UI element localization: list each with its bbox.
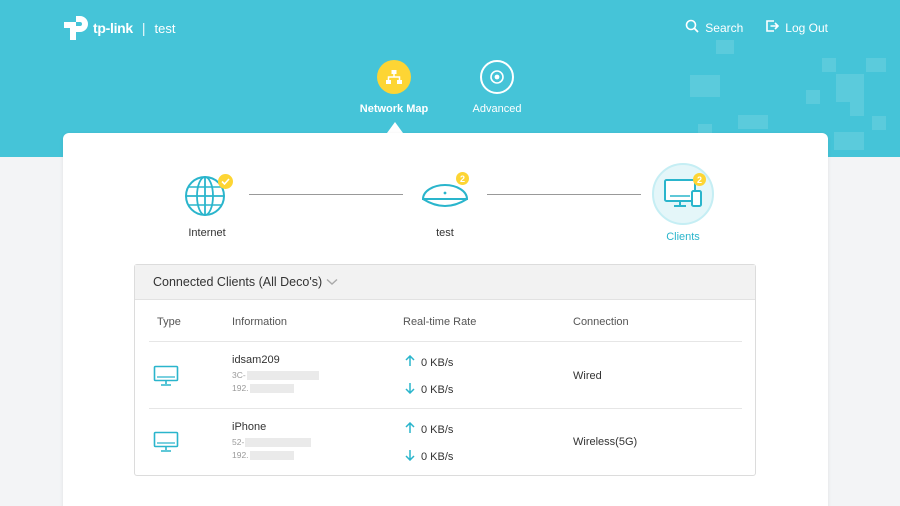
brand-separator: | — [141, 20, 146, 36]
decor-pixel — [806, 90, 820, 104]
arrow-down-icon — [405, 382, 415, 397]
column-header-connection: Connection — [573, 316, 629, 328]
column-header-type: Type — [157, 316, 181, 328]
logout-link[interactable]: Log Out — [765, 19, 828, 36]
ip-prefix: 192. — [232, 450, 249, 460]
deco-router-icon: 2 — [419, 172, 471, 219]
internet-label: Internet — [188, 227, 226, 239]
logout-label: Log Out — [785, 20, 828, 35]
clients-node[interactable]: 2 Clients — [649, 163, 717, 243]
desktop-icon — [153, 431, 179, 456]
search-icon — [685, 19, 699, 36]
logout-icon — [765, 19, 780, 36]
network-map-icon — [377, 60, 411, 94]
internet-node[interactable]: Internet — [175, 173, 239, 239]
arrow-up-icon — [405, 421, 415, 437]
download-value: 0 KB/s — [421, 383, 454, 396]
upload-rate: 0 KB/s — [405, 421, 454, 437]
clients-label: Clients — [666, 231, 700, 243]
column-header-information: Information — [232, 316, 288, 328]
row-divider — [149, 341, 742, 342]
upload-value: 0 KB/s — [421, 356, 454, 369]
device-name: test — [154, 20, 176, 36]
client-rate: 0 KB/s 0 KB/s — [405, 354, 454, 397]
decor-pixel — [850, 102, 864, 116]
decor-pixel — [872, 116, 886, 130]
topology-line — [487, 194, 641, 195]
column-header-rate: Real-time Rate — [403, 316, 477, 328]
row-divider — [149, 408, 742, 409]
decor-pixel — [836, 74, 864, 102]
clients-count-badge: 2 — [693, 173, 706, 186]
decor-pixel — [822, 58, 836, 72]
clients-icon: 2 — [652, 163, 714, 225]
clients-filter-dropdown[interactable]: Connected Clients (All Deco's) — [135, 265, 755, 300]
download-rate: 0 KB/s — [405, 382, 453, 397]
arrow-down-icon — [405, 449, 415, 464]
decor-pixel — [716, 40, 734, 54]
chevron-down-icon — [326, 275, 338, 289]
client-ip: 192. — [232, 383, 319, 393]
deco-node[interactable]: 2 test — [415, 172, 475, 239]
tab-advanced-label: Advanced — [472, 103, 522, 115]
decor-pixel — [834, 132, 864, 150]
search-link[interactable]: Search — [685, 19, 743, 36]
mac-prefix: 3C- — [232, 370, 246, 380]
active-tab-caret — [387, 122, 403, 133]
deco-count-badge: 2 — [456, 172, 469, 185]
download-rate: 0 KB/s — [405, 449, 453, 464]
deco-label: test — [436, 227, 454, 239]
brand-name: tp-link — [93, 20, 133, 36]
redacted-ip — [249, 383, 294, 393]
upload-value: 0 KB/s — [421, 423, 454, 436]
client-info: iPhone 52- 192. — [232, 421, 312, 460]
desktop-icon — [153, 365, 179, 390]
tp-link-logo-icon — [62, 14, 90, 42]
decor-pixel — [866, 58, 886, 72]
topology-line — [249, 194, 403, 195]
client-mac: 52- — [232, 437, 312, 447]
client-mac: 3C- — [232, 370, 319, 380]
ip-prefix: 192. — [232, 383, 249, 393]
panel-title: Connected Clients (All Deco's) — [153, 275, 323, 289]
download-value: 0 KB/s — [421, 450, 454, 463]
connection-type: Wired — [573, 370, 602, 382]
client-ip: 192. — [232, 450, 311, 460]
advanced-gear-icon — [480, 60, 514, 94]
search-label: Search — [705, 20, 744, 35]
tab-network-map-label: Network Map — [359, 103, 429, 115]
decor-pixel — [738, 115, 768, 129]
redacted-mac — [245, 437, 312, 447]
mac-prefix: 52- — [232, 437, 245, 447]
status-check-icon — [218, 174, 233, 189]
upload-rate: 0 KB/s — [405, 354, 454, 370]
client-name: iPhone — [232, 421, 267, 433]
redacted-ip — [249, 450, 294, 460]
client-rate: 0 KB/s 0 KB/s — [405, 421, 454, 464]
connection-type: Wireless(5G) — [573, 436, 638, 448]
main-card: Internet 2 test 2 Clients Connected Clie… — [63, 133, 828, 506]
redacted-mac — [246, 370, 319, 380]
tab-advanced[interactable]: Advanced — [452, 60, 542, 115]
client-name: idsam209 — [232, 354, 280, 366]
connected-clients-panel: Connected Clients (All Deco's) Type Info… — [134, 264, 756, 476]
globe-icon — [184, 173, 233, 219]
decor-pixel — [690, 75, 720, 97]
client-info: idsam209 3C- 192. — [232, 354, 319, 393]
header-links: Search Log Out — [685, 19, 828, 36]
arrow-up-icon — [405, 354, 415, 370]
brand: tp-link | test — [62, 14, 176, 42]
tab-network-map[interactable]: Network Map — [349, 60, 439, 115]
